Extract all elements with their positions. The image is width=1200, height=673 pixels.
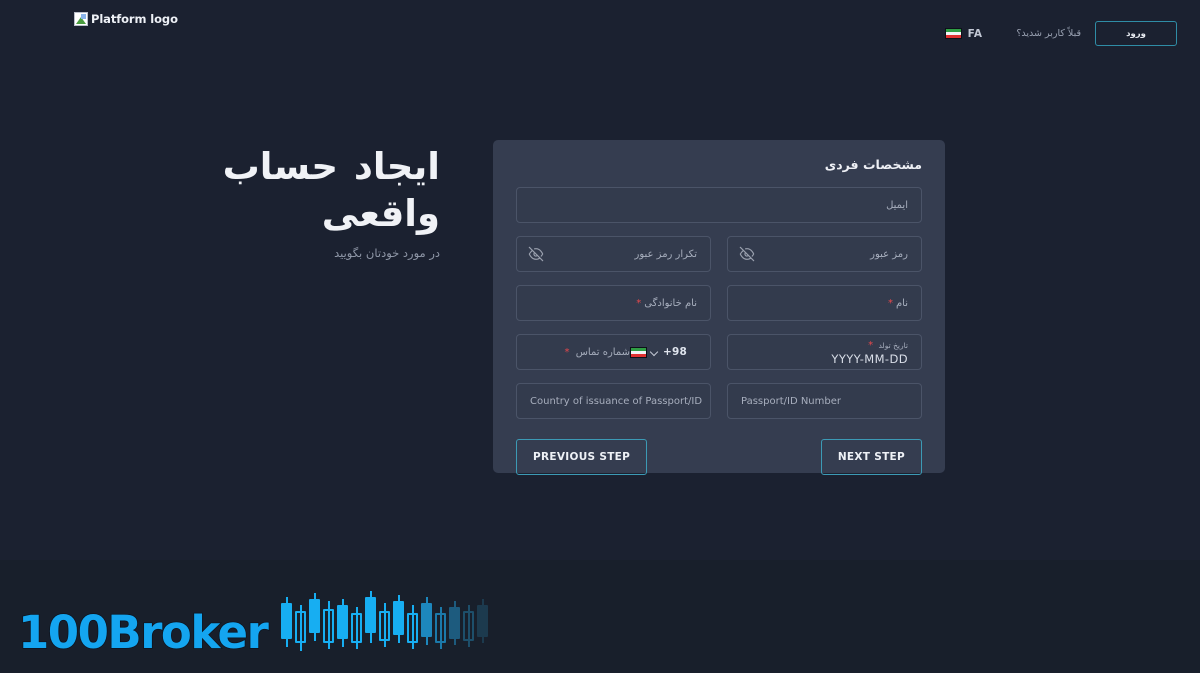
first-name-field[interactable]: نام * <box>727 285 922 321</box>
passport-country-placeholder: Country of issuance of Passport/ID <box>530 395 703 407</box>
form-row-birthdate-phone: تاریخ تولد * YYYY-MM-DD شماره تماس * +98 <box>516 334 922 370</box>
candlestick-body <box>393 601 405 635</box>
passport-number-placeholder: Passport/ID Number <box>741 395 841 407</box>
password-confirm-field-placeholder: تکرار رمز عبور <box>634 248 697 260</box>
birth-date-placeholder: YYYY-MM-DD <box>831 351 908 366</box>
passport-number-field[interactable]: Passport/ID Number <box>727 383 922 419</box>
candlestick <box>365 591 377 653</box>
candlestick-body <box>449 607 461 639</box>
hero-section: ایجاد حساب واقعی در مورد خودتان بگویید <box>150 143 440 261</box>
watermark: 100Broker <box>17 591 489 660</box>
chevron-down-icon[interactable] <box>651 348 659 356</box>
already-user-text: قبلاً کاربر شدید؟ <box>1016 28 1081 39</box>
password-field[interactable]: رمز عبور <box>727 236 922 272</box>
candlestick <box>309 591 321 653</box>
candlestick <box>421 591 433 653</box>
page-title: ایجاد حساب واقعی <box>222 145 440 236</box>
step-buttons-row: PREVIOUS STEP NEXT STEP <box>516 439 922 475</box>
personal-details-card: مشخصات فردی ایمیل رمز عبور تکرار رمز عبو… <box>493 140 945 475</box>
candlestick <box>407 591 419 653</box>
password-confirm-field[interactable]: تکرار رمز عبور <box>516 236 711 272</box>
candlestick <box>379 591 391 653</box>
phone-field[interactable]: شماره تماس * +98 <box>516 334 711 370</box>
candlestick-chart-graphic <box>281 591 489 655</box>
previous-step-button[interactable]: PREVIOUS STEP <box>516 439 648 475</box>
login-button[interactable]: ورود <box>1095 21 1177 46</box>
birth-date-field[interactable]: تاریخ تولد * YYYY-MM-DD <box>727 334 922 370</box>
candlestick <box>435 591 447 653</box>
language-code-label: FA <box>967 27 983 40</box>
candlestick <box>463 591 475 653</box>
candlestick-body <box>351 613 363 643</box>
candlestick <box>393 591 405 653</box>
card-title: مشخصات فردی <box>824 157 922 172</box>
candlestick <box>281 591 293 653</box>
last-name-field[interactable]: نام خانوادگی * <box>516 285 711 321</box>
form-row-passwords: رمز عبور تکرار رمز عبور <box>516 236 922 272</box>
form-row-email: ایمیل <box>516 187 922 223</box>
phone-label: شماره تماس * <box>564 346 630 358</box>
candlestick-body <box>323 609 335 643</box>
candlestick-body <box>407 613 419 643</box>
eye-off-icon[interactable] <box>739 246 755 262</box>
candlestick-body <box>309 599 321 633</box>
candlestick-body <box>421 603 433 637</box>
email-field-placeholder: ایمیل <box>886 199 908 211</box>
candlestick-body <box>379 611 391 641</box>
iran-flag-icon <box>629 346 647 358</box>
first-name-required-mark: * <box>887 297 893 309</box>
candlestick-body <box>295 611 307 643</box>
broken-image-icon <box>74 12 88 26</box>
candlestick <box>337 591 349 653</box>
password-field-placeholder: رمز عبور <box>870 248 908 260</box>
candlestick-body <box>337 605 349 639</box>
passport-country-field[interactable]: Country of issuance of Passport/ID <box>516 383 711 419</box>
page-subtitle: در مورد خودتان بگویید <box>334 245 440 260</box>
watermark-brand-text: 100Broker <box>17 606 269 660</box>
last-name-required-mark: * <box>636 297 642 309</box>
candlestick-body <box>435 613 447 643</box>
candlestick-body <box>463 611 475 641</box>
platform-logo[interactable]: Platform logo <box>74 12 178 26</box>
language-switcher[interactable]: FA <box>944 27 983 40</box>
candlestick <box>323 591 335 653</box>
top-header: Platform logo FA قبلاً کاربر شدید؟ ورود <box>0 0 1200 66</box>
candlestick <box>351 591 363 653</box>
candlestick <box>295 591 307 653</box>
candlestick-body <box>365 597 377 633</box>
next-step-button[interactable]: NEXT STEP <box>820 439 922 475</box>
logo-alt-text: Platform logo <box>91 12 178 26</box>
form-row-names: نام * نام خانوادگی * <box>516 285 922 321</box>
footer-watermark-bar: 100Broker <box>0 560 1200 673</box>
last-name-field-placeholder: نام خانوادگی <box>644 297 697 309</box>
candlestick-body <box>477 605 489 637</box>
first-name-field-placeholder: نام <box>895 297 908 309</box>
country-code-selector[interactable]: +98 <box>629 346 687 358</box>
birth-date-label: تاریخ تولد * <box>868 339 908 351</box>
candlestick <box>477 591 489 653</box>
email-field[interactable]: ایمیل <box>516 187 922 223</box>
header-right-group: FA قبلاً کاربر شدید؟ ورود <box>944 21 1177 46</box>
iran-flag-icon <box>944 28 962 39</box>
eye-off-icon[interactable] <box>528 246 544 262</box>
candlestick <box>449 591 461 653</box>
form-row-passport: Passport/ID Number Country of issuance o… <box>516 383 922 419</box>
candlestick-body <box>281 603 293 639</box>
phone-country-code: +98 <box>662 346 687 358</box>
